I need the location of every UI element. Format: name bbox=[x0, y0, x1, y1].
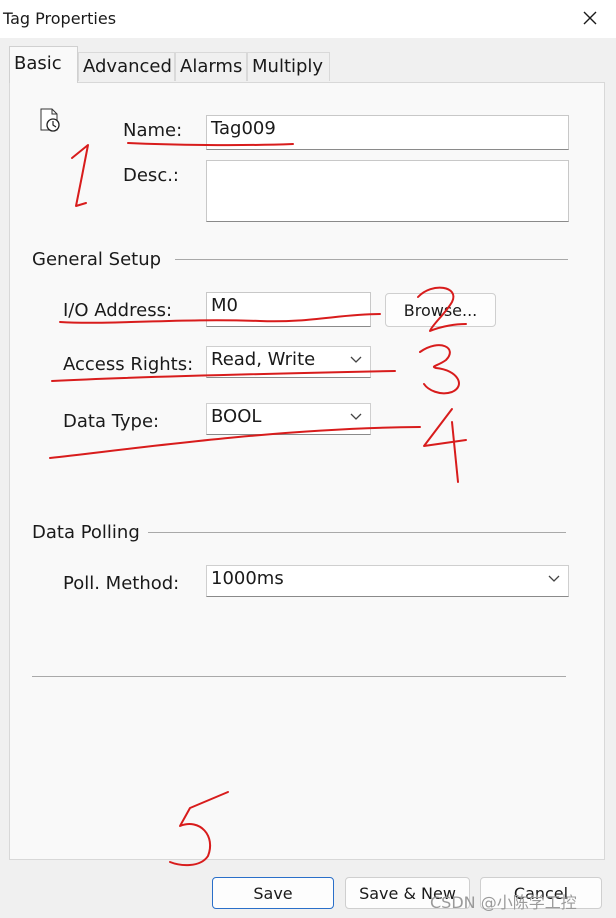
name-input[interactable]: Tag009 bbox=[206, 115, 569, 150]
watermark: CSDN @小陈学工控 bbox=[430, 893, 577, 912]
desc-label: Desc.: bbox=[123, 165, 179, 186]
browse-button[interactable]: Browse... bbox=[385, 293, 496, 327]
title-bar: Tag Properties bbox=[0, 0, 616, 38]
name-input-value: Tag009 bbox=[211, 118, 276, 139]
io-address-input-value: M0 bbox=[211, 295, 238, 316]
tab-multiply-label: Multiply bbox=[252, 56, 324, 77]
general-setup-heading: General Setup bbox=[32, 249, 162, 270]
tab-multiply[interactable]: Multiply bbox=[247, 52, 330, 81]
close-button[interactable] bbox=[570, 2, 610, 34]
browse-button-label: Browse... bbox=[403, 300, 478, 320]
save-button[interactable]: Save bbox=[212, 877, 334, 909]
tab-basic-label: Basic bbox=[14, 53, 62, 74]
chevron-down-icon bbox=[548, 575, 560, 582]
data-type-select[interactable]: BOOL bbox=[206, 403, 371, 435]
tag-document-icon bbox=[40, 108, 60, 132]
tab-basic[interactable]: Basic bbox=[9, 46, 78, 83]
poll-method-select-value: 1000ms bbox=[211, 568, 284, 589]
chevron-down-icon bbox=[350, 413, 362, 420]
close-icon bbox=[583, 11, 597, 25]
general-setup-divider bbox=[175, 259, 568, 260]
access-rights-select[interactable]: Read, Write bbox=[206, 346, 371, 378]
tab-advanced[interactable]: Advanced bbox=[78, 52, 175, 81]
tab-alarms-label: Alarms bbox=[180, 56, 243, 77]
name-label: Name: bbox=[123, 120, 183, 141]
data-type-label: Data Type: bbox=[63, 411, 160, 432]
tab-alarms[interactable]: Alarms bbox=[175, 52, 247, 81]
data-polling-divider bbox=[148, 532, 566, 533]
desc-textarea[interactable] bbox=[206, 160, 569, 222]
chevron-down-icon bbox=[350, 356, 362, 363]
access-rights-select-value: Read, Write bbox=[211, 349, 316, 370]
access-rights-label: Access Rights: bbox=[63, 354, 194, 375]
save-button-label: Save bbox=[253, 883, 293, 903]
io-address-input[interactable]: M0 bbox=[206, 292, 371, 327]
data-polling-heading: Data Polling bbox=[32, 522, 140, 543]
bottom-divider bbox=[32, 676, 566, 677]
data-type-select-value: BOOL bbox=[211, 406, 262, 427]
poll-method-label: Poll. Method: bbox=[63, 573, 180, 594]
tab-advanced-label: Advanced bbox=[83, 56, 172, 77]
poll-method-select[interactable]: 1000ms bbox=[206, 565, 569, 597]
io-address-label: I/O Address: bbox=[63, 300, 173, 321]
window-title: Tag Properties bbox=[3, 9, 117, 28]
